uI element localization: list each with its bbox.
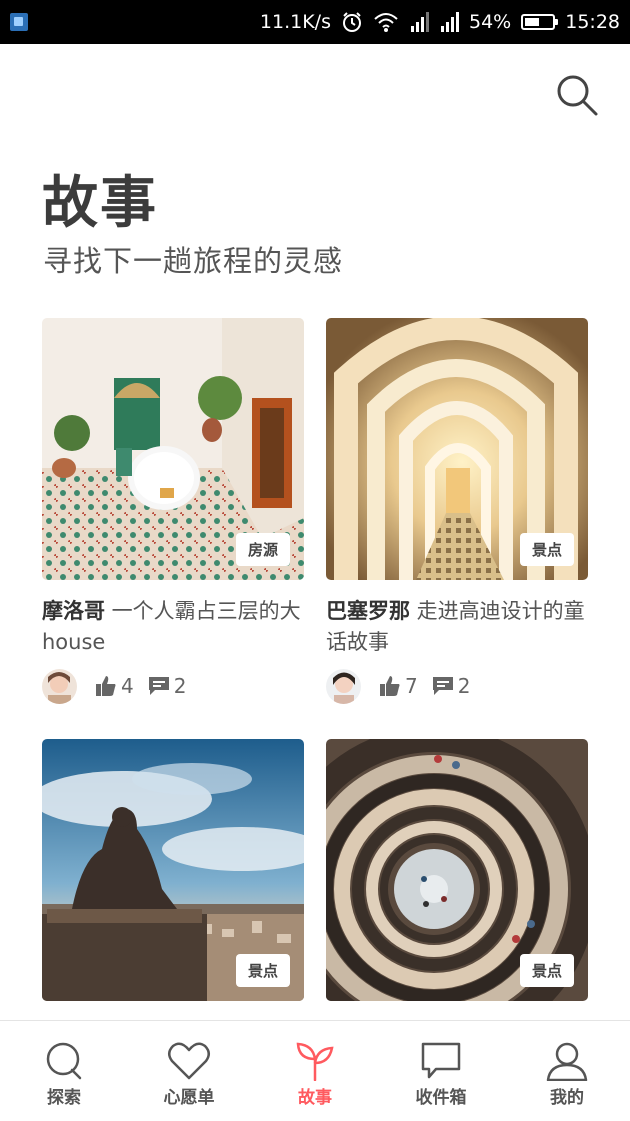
comment-count: 2 (457, 674, 471, 698)
alarm-icon (343, 12, 361, 32)
comment-count: 2 (173, 674, 187, 698)
story-card-statue[interactable]: 景点 (42, 739, 304, 1001)
battery-percent: 54% (469, 11, 512, 33)
battery-icon (521, 14, 559, 30)
tab-profile[interactable]: 我的 (517, 1021, 617, 1121)
wifi-icon (374, 13, 398, 32)
person-icon (546, 1042, 588, 1081)
story-card-staircase[interactable]: 景点 (326, 739, 588, 1001)
search-icon (46, 1042, 82, 1080)
search-button[interactable] (554, 72, 600, 118)
sprout-icon (296, 1042, 334, 1081)
story-meta: 4 2 (42, 668, 304, 704)
like-count: 7 (405, 674, 418, 698)
app-notification-icon (10, 13, 28, 31)
category-tag: 景点 (235, 954, 290, 987)
status-bar: 11.1K/s 54% 15:28 (0, 0, 630, 44)
tab-stories[interactable]: 故事 (265, 1021, 365, 1121)
thumbs-up-icon[interactable] (95, 675, 117, 697)
network-speed: 11.1K/s (259, 11, 331, 33)
signal-icon-2 (441, 12, 459, 32)
tab-explore[interactable]: 探索 (14, 1021, 114, 1121)
category-tag: 景点 (519, 954, 574, 987)
tab-wishlist[interactable]: 心愿单 (139, 1021, 239, 1121)
avatar[interactable] (42, 668, 77, 704)
heart-icon (168, 1042, 210, 1080)
signal-icon (411, 12, 429, 32)
avatar[interactable] (326, 668, 361, 704)
chat-bubble-icon (421, 1042, 461, 1079)
page-title: 故事 (42, 171, 158, 236)
thumbs-up-icon[interactable] (379, 675, 401, 697)
story-card-barcelona[interactable]: 景点 巴塞罗那 走进高迪设计的童话故事 7 2 (326, 318, 588, 704)
category-tag: 房源 (235, 533, 290, 566)
story-meta: 7 2 (326, 668, 588, 704)
comment-icon[interactable] (432, 675, 454, 697)
tab-inbox[interactable]: 收件箱 (391, 1021, 491, 1121)
comment-icon[interactable] (148, 675, 170, 697)
story-location: 巴塞罗那 (326, 599, 410, 623)
tab-label: 探索 (47, 1088, 81, 1108)
battery-level (525, 18, 540, 26)
story-image[interactable]: 景点 (326, 318, 588, 580)
tab-label: 我的 (550, 1088, 584, 1108)
clock: 15:28 (565, 11, 620, 33)
story-title[interactable]: 摩洛哥 一个人霸占三层的大house (42, 596, 304, 658)
story-image[interactable]: 景点 (42, 739, 304, 1001)
bottom-tab-bar: 探索 心愿单 故事 收件箱 我的 (0, 1020, 630, 1120)
tab-label: 收件箱 (415, 1088, 467, 1108)
search-icon (557, 75, 598, 116)
story-image[interactable]: 景点 (326, 739, 588, 1001)
like-count: 4 (121, 674, 134, 698)
story-location: 摩洛哥 (42, 599, 105, 623)
story-card-morocco[interactable]: 房源 摩洛哥 一个人霸占三层的大house 4 2 (42, 318, 304, 704)
category-tag: 景点 (519, 533, 574, 566)
story-image[interactable]: 房源 (42, 318, 304, 580)
page-subtitle: 寻找下一趟旅程的灵感 (43, 244, 344, 278)
tab-label: 故事 (298, 1088, 332, 1108)
story-title[interactable]: 巴塞罗那 走进高迪设计的童话故事 (326, 596, 588, 658)
tab-label: 心愿单 (163, 1088, 215, 1108)
